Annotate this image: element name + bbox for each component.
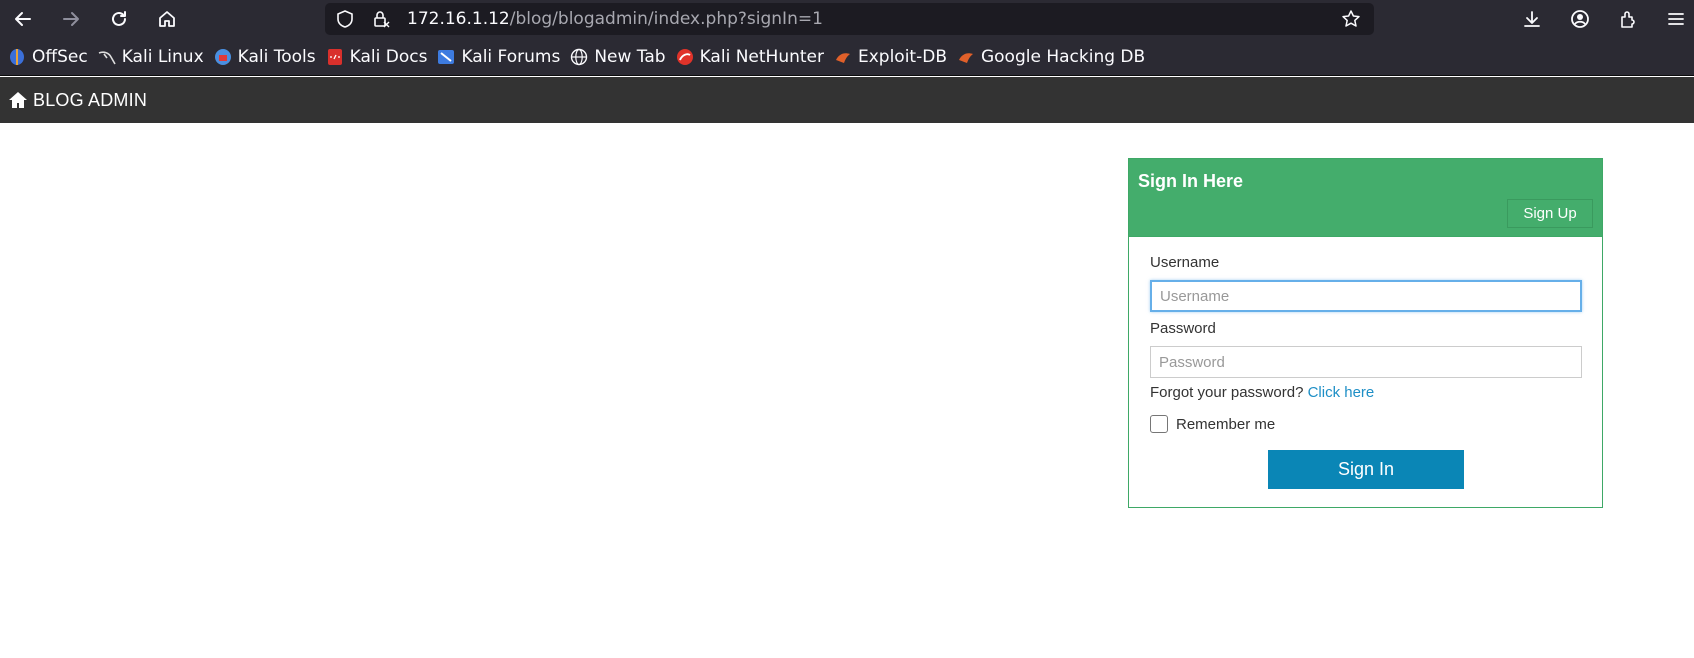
signup-button[interactable]: Sign Up: [1507, 199, 1593, 228]
forward-icon[interactable]: [57, 5, 85, 33]
url-text[interactable]: 172.16.1.12/blog/blogadmin/index.php?sig…: [407, 3, 823, 35]
bookmark-kali-tools[interactable]: Kali Tools: [212, 43, 324, 71]
bookmark-offsec[interactable]: OffSec: [6, 43, 96, 71]
bookmark-exploit-db[interactable]: Exploit-DB: [832, 43, 955, 71]
username-label: Username: [1150, 254, 1220, 271]
brand-link[interactable]: BLOG ADMIN: [8, 77, 147, 123]
bookmark-kali-docs[interactable]: Kali Docs: [324, 43, 436, 71]
remember-me[interactable]: Remember me: [1150, 415, 1275, 433]
url-bar[interactable]: 172.16.1.12/blog/blogadmin/index.php?sig…: [325, 3, 1374, 35]
bookmark-kali-linux[interactable]: Kali Linux: [96, 43, 212, 71]
forgot-password-text: Forgot your password?: [1150, 384, 1304, 401]
back-icon[interactable]: [9, 5, 37, 33]
bookmark-label: Kali NetHunter: [699, 46, 824, 67]
bookmark-label: New Tab: [594, 46, 666, 67]
ghdb-icon: [957, 48, 975, 66]
home-icon: [9, 92, 27, 108]
forgot-password-link[interactable]: Click here: [1308, 384, 1375, 401]
globe-icon: [570, 48, 588, 66]
bookmark-label: Kali Tools: [237, 46, 316, 67]
password-label: Password: [1150, 320, 1216, 337]
kali-icon: [98, 48, 116, 66]
bookmark-label: Exploit-DB: [857, 46, 947, 67]
bookmark-kali-forums[interactable]: Kali Forums: [435, 43, 568, 71]
remember-me-label: Remember me: [1176, 415, 1276, 433]
bookmarks-bar: OffSec Kali Linux Kali Tools Kali Docs K…: [0, 38, 1694, 76]
nethunter-icon: [676, 48, 694, 66]
kali-tools-icon: [214, 48, 232, 66]
kali-forums-icon: [437, 48, 455, 66]
signin-panel: Sign In Here Sign Up Username Password F…: [1128, 158, 1603, 508]
bookmark-label: OffSec: [32, 46, 88, 67]
bookmark-label: Google Hacking DB: [980, 46, 1146, 67]
offsec-icon: [8, 48, 26, 66]
username-input[interactable]: [1150, 280, 1582, 312]
exploit-db-icon: [834, 48, 852, 66]
signin-button[interactable]: Sign In: [1268, 450, 1464, 489]
lock-icon[interactable]: [371, 9, 391, 29]
menu-icon[interactable]: [1662, 5, 1690, 33]
remember-me-checkbox[interactable]: [1150, 415, 1168, 433]
download-icon[interactable]: [1518, 5, 1546, 33]
bookmark-label: Kali Linux: [121, 46, 204, 67]
app-navbar: BLOG ADMIN: [0, 77, 1694, 123]
forgot-password: Forgot your password? Click here: [1150, 384, 1374, 401]
browser-toolbar: 172.16.1.12/blog/blogadmin/index.php?sig…: [0, 0, 1694, 38]
bookmark-label: Kali Forums: [461, 46, 561, 67]
bookmark-kali-nethunter[interactable]: Kali NetHunter: [674, 43, 832, 71]
brand-label: BLOG ADMIN: [33, 89, 148, 110]
url-path: /blog/blogadmin/index.php?signIn=1: [509, 9, 823, 29]
url-host: 172.16.1.12: [407, 9, 510, 29]
home-icon[interactable]: [153, 5, 181, 33]
bookmark-new-tab[interactable]: New Tab: [568, 43, 673, 71]
signin-title: Sign In Here: [1138, 171, 1244, 191]
password-input[interactable]: [1150, 346, 1582, 378]
shield-icon[interactable]: [335, 9, 355, 29]
account-icon[interactable]: [1566, 5, 1594, 33]
signin-panel-header: Sign In Here Sign Up: [1129, 159, 1602, 237]
reload-icon[interactable]: [105, 5, 133, 33]
kali-docs-icon: [326, 48, 344, 66]
bookmark-google-hacking-db[interactable]: Google Hacking DB: [955, 43, 1153, 71]
bookmark-label: Kali Docs: [349, 46, 428, 67]
star-icon[interactable]: [1341, 9, 1361, 29]
extensions-icon[interactable]: [1614, 5, 1642, 33]
